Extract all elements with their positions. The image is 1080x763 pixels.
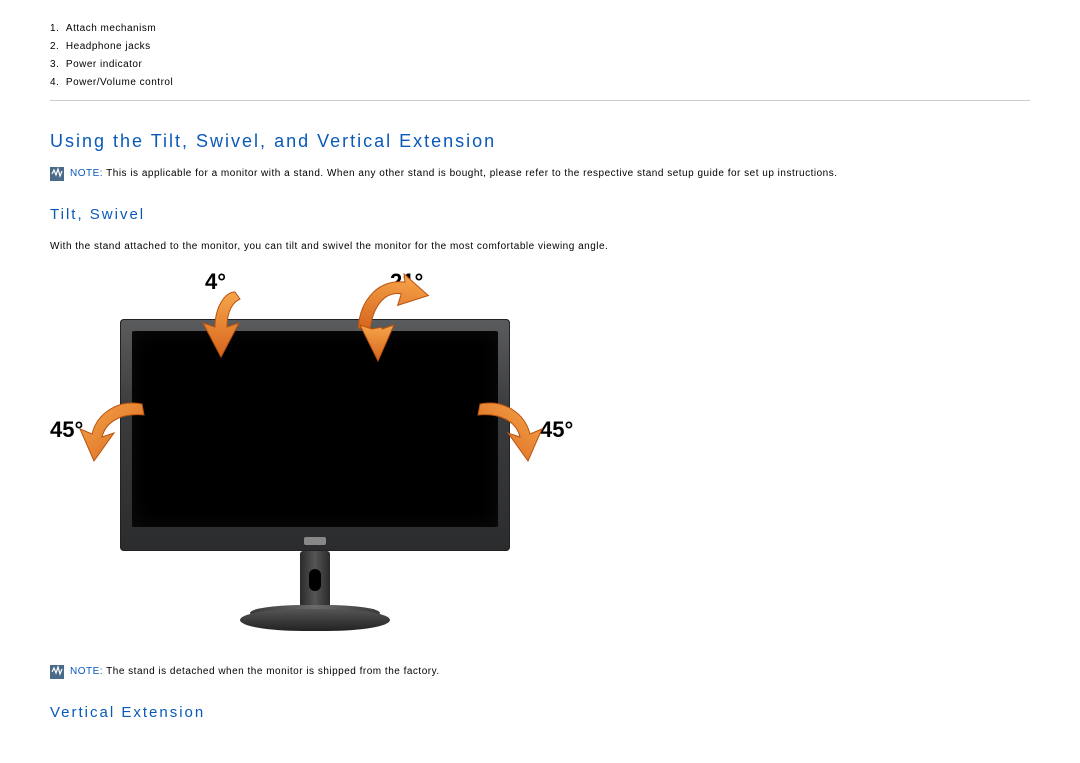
heading-using-tilt-swivel-vertical: Using the Tilt, Swivel, and Vertical Ext… [50, 131, 1030, 152]
note-stand-detached: NOTE: The stand is detached when the mon… [50, 664, 1030, 680]
swivel-right-arrow-icon [460, 389, 550, 469]
note-body: The stand is detached when the monitor i… [103, 666, 440, 677]
note-icon [50, 665, 64, 679]
feature-list: 1. Attach mechanism 2. Headphone jacks 3… [50, 20, 1030, 92]
heading-vertical-extension: Vertical Extension [50, 704, 1030, 721]
note-label: NOTE: [70, 168, 103, 179]
list-item: 2. Headphone jacks [50, 38, 1030, 56]
note-text: NOTE: The stand is detached when the mon… [70, 664, 440, 680]
note-applicable: NOTE: This is applicable for a monitor w… [50, 166, 1030, 182]
list-item-label: Power indicator [66, 59, 142, 70]
list-item-label: Power/Volume control [66, 77, 173, 88]
monitor-neck-hole [309, 569, 321, 591]
list-item: 1. Attach mechanism [50, 20, 1030, 38]
tilt-swivel-figure: 4° 21° 45° 45° [50, 269, 590, 654]
monitor-logo [304, 537, 326, 545]
list-item: 3. Power indicator [50, 56, 1030, 74]
tilt-forward-arrow-icon [185, 287, 265, 362]
note-label: NOTE: [70, 666, 103, 677]
note-icon [50, 167, 64, 181]
note-text: NOTE: This is applicable for a monitor w… [70, 166, 838, 182]
note-body: This is applicable for a monitor with a … [103, 168, 837, 179]
section-divider [50, 100, 1030, 101]
monitor-illustration [120, 307, 510, 647]
list-item: 4. Power/Volume control [50, 74, 1030, 92]
tilt-back-arrow-icon [330, 271, 430, 366]
monitor-base [240, 609, 390, 631]
monitor-body [120, 319, 510, 551]
tilt-swivel-description: With the stand attached to the monitor, … [50, 239, 1030, 255]
monitor-neck [300, 551, 330, 611]
swivel-left-arrow-icon [72, 389, 162, 469]
list-item-label: Headphone jacks [66, 41, 151, 52]
list-item-label: Attach mechanism [66, 23, 156, 34]
heading-tilt-swivel: Tilt, Swivel [50, 206, 1030, 223]
